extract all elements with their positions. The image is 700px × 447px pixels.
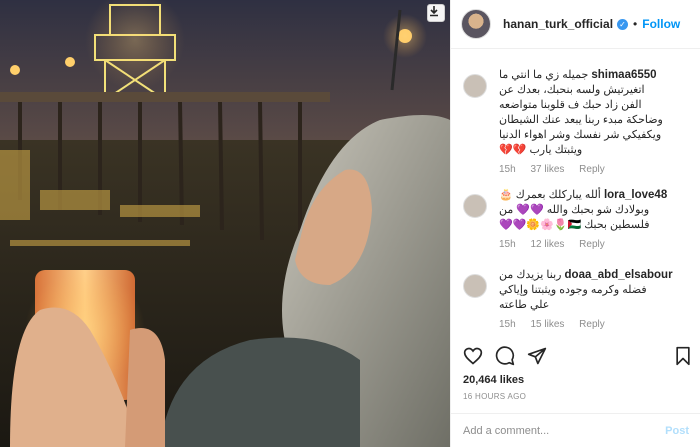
commenter-avatar[interactable] [463, 74, 487, 98]
commenter-avatar[interactable] [463, 194, 487, 218]
comment-text: doaa_abd_elsabour ربنا يزيدك من فضله وكر… [499, 269, 673, 311]
post-photo[interactable] [0, 0, 450, 447]
photo-scene [0, 0, 450, 447]
post-button[interactable]: Post [665, 425, 689, 437]
download-icon [430, 6, 438, 17]
post-header: hanan_turk_official ✓ • Follow [451, 0, 700, 49]
comments-list: shimaa6550 جميله زي ما انتي ما اتغيرتيش … [451, 50, 700, 340]
commenter-avatar[interactable] [463, 274, 487, 298]
action-bar [451, 342, 700, 370]
comment-time: 15h [499, 164, 516, 175]
share-icon[interactable] [527, 346, 547, 366]
commenter-username[interactable]: shimaa6550 [591, 69, 656, 81]
comment-icon[interactable] [495, 346, 515, 366]
avatar[interactable] [461, 9, 491, 39]
comment-likes[interactable]: 37 likes [530, 164, 564, 175]
comment-input[interactable] [463, 424, 666, 437]
bookmark-icon[interactable] [673, 346, 693, 366]
comment-time: 15h [499, 319, 516, 330]
commenter-username[interactable]: doaa_abd_elsabour [565, 269, 673, 281]
add-comment-bar: Post [451, 413, 700, 447]
heart-icon[interactable] [463, 346, 483, 366]
likes-count[interactable]: 20,464 likes [463, 374, 524, 386]
verified-icon: ✓ [617, 18, 629, 30]
reply-button[interactable]: Reply [579, 164, 605, 175]
comment-meta: 15h 12 likes Reply [499, 239, 689, 250]
comment-likes[interactable]: 15 likes [530, 319, 564, 330]
comment-text: lora_love48 ألله يباركلك بعمرك 🎂 وبولادك… [499, 189, 668, 231]
download-button[interactable] [427, 4, 445, 22]
reply-button[interactable]: Reply [579, 319, 605, 330]
post-timestamp[interactable]: 16 HOURS AGO [463, 392, 526, 401]
comment-meta: 15h 37 likes Reply [499, 164, 689, 175]
follow-button[interactable]: Follow [642, 17, 680, 31]
comment-text: shimaa6550 جميله زي ما انتي ما اتغيرتيش … [499, 69, 663, 156]
author-username[interactable]: hanan_turk_official [503, 17, 613, 31]
reply-button[interactable]: Reply [579, 239, 605, 250]
comment-time: 15h [499, 239, 516, 250]
commenter-username[interactable]: lora_love48 [604, 189, 667, 201]
comment-likes[interactable]: 12 likes [530, 239, 564, 250]
separator-dot: • [633, 17, 638, 31]
comment-meta: 15h 15 likes Reply [499, 319, 689, 330]
post-side-panel: hanan_turk_official ✓ • Follow shimaa655… [450, 0, 700, 447]
